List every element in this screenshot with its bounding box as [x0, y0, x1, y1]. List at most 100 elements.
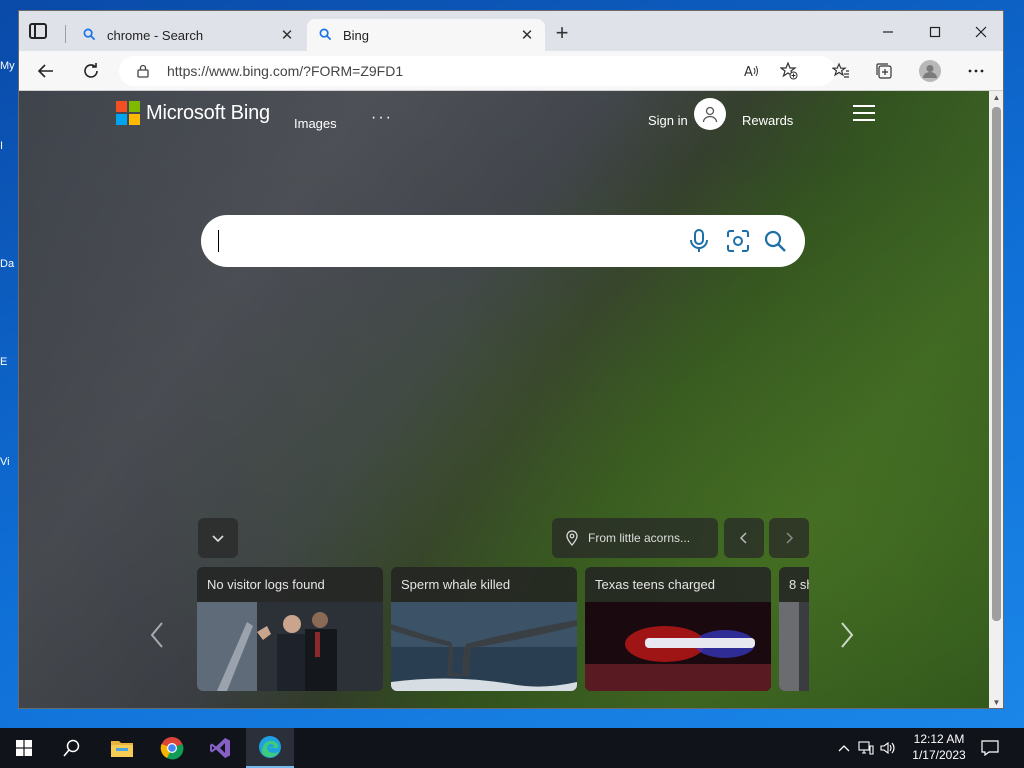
settings-more-button[interactable] — [964, 59, 988, 83]
news-card-image — [585, 602, 771, 691]
address-bar[interactable]: https://www.bing.com/?FORM=Z9FD1 A — [119, 56, 835, 86]
news-card-image — [197, 602, 383, 691]
more-icon — [968, 69, 984, 73]
visual-search-icon[interactable] — [725, 228, 751, 254]
network-icon[interactable] — [858, 741, 874, 755]
news-card-title: No visitor logs found — [207, 577, 325, 592]
minimize-icon — [883, 31, 893, 33]
desktop-icon-label[interactable]: E — [0, 356, 18, 368]
microphone-icon[interactable] — [686, 228, 712, 254]
scroll-down-arrow[interactable]: ▼ — [989, 696, 1003, 708]
chevron-right-icon — [786, 532, 794, 544]
bing-page: Microsoft Bing Images ··· Sign in Reward… — [19, 91, 989, 708]
rewards-link[interactable]: Rewards — [742, 113, 793, 128]
avatar[interactable] — [694, 98, 726, 130]
news-card[interactable]: 8 sh — [779, 567, 809, 691]
tab-strip: chrome - Search ✕ Bing ✕ + — [19, 11, 1003, 51]
desktop-icon-label[interactable]: I — [0, 140, 18, 152]
previous-image-button[interactable] — [724, 518, 764, 558]
scroll-up-arrow[interactable]: ▲ — [989, 91, 1003, 105]
tab-bing[interactable]: Bing ✕ — [307, 19, 545, 51]
favorites-button[interactable] — [829, 59, 853, 83]
carousel-next-icon[interactable] — [839, 621, 855, 656]
scroll-thumb[interactable] — [992, 107, 1001, 621]
svg-text:A: A — [744, 65, 753, 80]
maximize-button[interactable] — [912, 19, 958, 45]
news-card[interactable]: Sperm whale killed — [391, 567, 577, 691]
news-card[interactable]: No visitor logs found — [197, 567, 383, 691]
new-tab-button[interactable]: + — [552, 22, 572, 44]
lock-icon[interactable] — [136, 64, 150, 78]
notifications-button[interactable] — [968, 728, 1012, 768]
tab-chrome-search[interactable]: chrome - Search ✕ — [71, 19, 305, 51]
profile-button[interactable] — [918, 59, 942, 83]
edge-button[interactable] — [246, 728, 294, 768]
nav-more-button[interactable]: ··· — [371, 109, 393, 127]
volume-icon[interactable] — [880, 741, 896, 755]
news-card[interactable]: Texas teens charged — [585, 567, 771, 691]
close-icon[interactable]: ✕ — [279, 26, 295, 44]
news-carousel: No visitor logs found Sperm whale killed — [197, 567, 809, 691]
tab-separator — [65, 25, 66, 43]
sign-in-link[interactable]: Sign in — [648, 113, 688, 128]
notification-icon — [981, 740, 999, 756]
browser-toolbar: https://www.bing.com/?FORM=Z9FD1 A — [19, 51, 1003, 91]
visual-studio-button[interactable] — [196, 728, 244, 768]
back-icon — [37, 64, 53, 78]
close-icon[interactable]: ✕ — [519, 26, 535, 44]
bing-logo[interactable]: Microsoft Bing — [116, 101, 270, 125]
close-window-button[interactable] — [958, 19, 1003, 45]
search-icon[interactable] — [762, 228, 788, 254]
desktop-icon-label[interactable]: Da — [0, 258, 18, 270]
browser-window: chrome - Search ✕ Bing ✕ + https://www.b… — [18, 10, 1004, 709]
vertical-scrollbar[interactable]: ▲ ▼ — [989, 91, 1003, 708]
file-explorer-icon — [111, 741, 133, 757]
image-info-button[interactable]: From little acorns... — [552, 518, 718, 558]
search-icon — [319, 28, 333, 42]
desktop-icon-label[interactable]: My — [0, 60, 18, 72]
chrome-icon — [160, 737, 184, 760]
url-text[interactable]: https://www.bing.com/?FORM=Z9FD1 — [167, 63, 403, 79]
search-icon — [83, 28, 97, 42]
hamburger-menu-icon[interactable] — [853, 105, 875, 121]
next-image-button[interactable] — [769, 518, 809, 558]
visual-studio-icon — [210, 738, 230, 758]
profile-icon — [919, 60, 941, 82]
nav-images-link[interactable]: Images — [294, 116, 337, 131]
chevron-left-icon — [739, 532, 747, 544]
image-info-text: From little acorns... — [588, 531, 691, 545]
collections-icon — [876, 63, 892, 79]
news-card-title: 8 sh — [789, 577, 809, 592]
news-card-title: Sperm whale killed — [401, 577, 511, 592]
chevron-up-icon[interactable] — [838, 744, 850, 752]
read-aloud-icon[interactable]: A — [743, 62, 761, 80]
system-tray — [838, 728, 896, 768]
logo-text: Microsoft Bing — [146, 101, 270, 124]
taskbar-search-button[interactable] — [48, 728, 96, 768]
news-card-title: Texas teens charged — [595, 577, 715, 592]
chevron-down-icon — [212, 535, 224, 543]
search-box[interactable] — [201, 215, 805, 267]
refresh-icon — [84, 63, 98, 78]
start-button[interactable] — [0, 728, 48, 768]
refresh-button[interactable] — [79, 59, 103, 83]
desktop-icon-label[interactable]: Vi — [0, 456, 18, 468]
collapse-feed-button[interactable] — [198, 518, 238, 558]
news-card-image — [391, 602, 577, 691]
news-card-image — [779, 602, 809, 691]
clock[interactable]: 12:12 AM 1/17/2023 — [902, 731, 976, 763]
clock-date: 1/17/2023 — [912, 748, 966, 762]
favorites-icon — [832, 62, 849, 78]
microsoft-logo-icon — [116, 101, 140, 125]
add-favorite-icon[interactable] — [780, 62, 798, 80]
close-icon — [975, 26, 987, 38]
user-icon — [702, 106, 718, 123]
collections-button[interactable] — [872, 59, 896, 83]
tab-actions-icon[interactable] — [29, 23, 47, 39]
chrome-button[interactable] — [148, 728, 196, 768]
carousel-prev-icon[interactable] — [149, 621, 165, 656]
minimize-button[interactable] — [865, 19, 911, 45]
file-explorer-button[interactable] — [98, 728, 146, 768]
back-button[interactable] — [34, 59, 58, 83]
edge-icon — [259, 736, 281, 758]
